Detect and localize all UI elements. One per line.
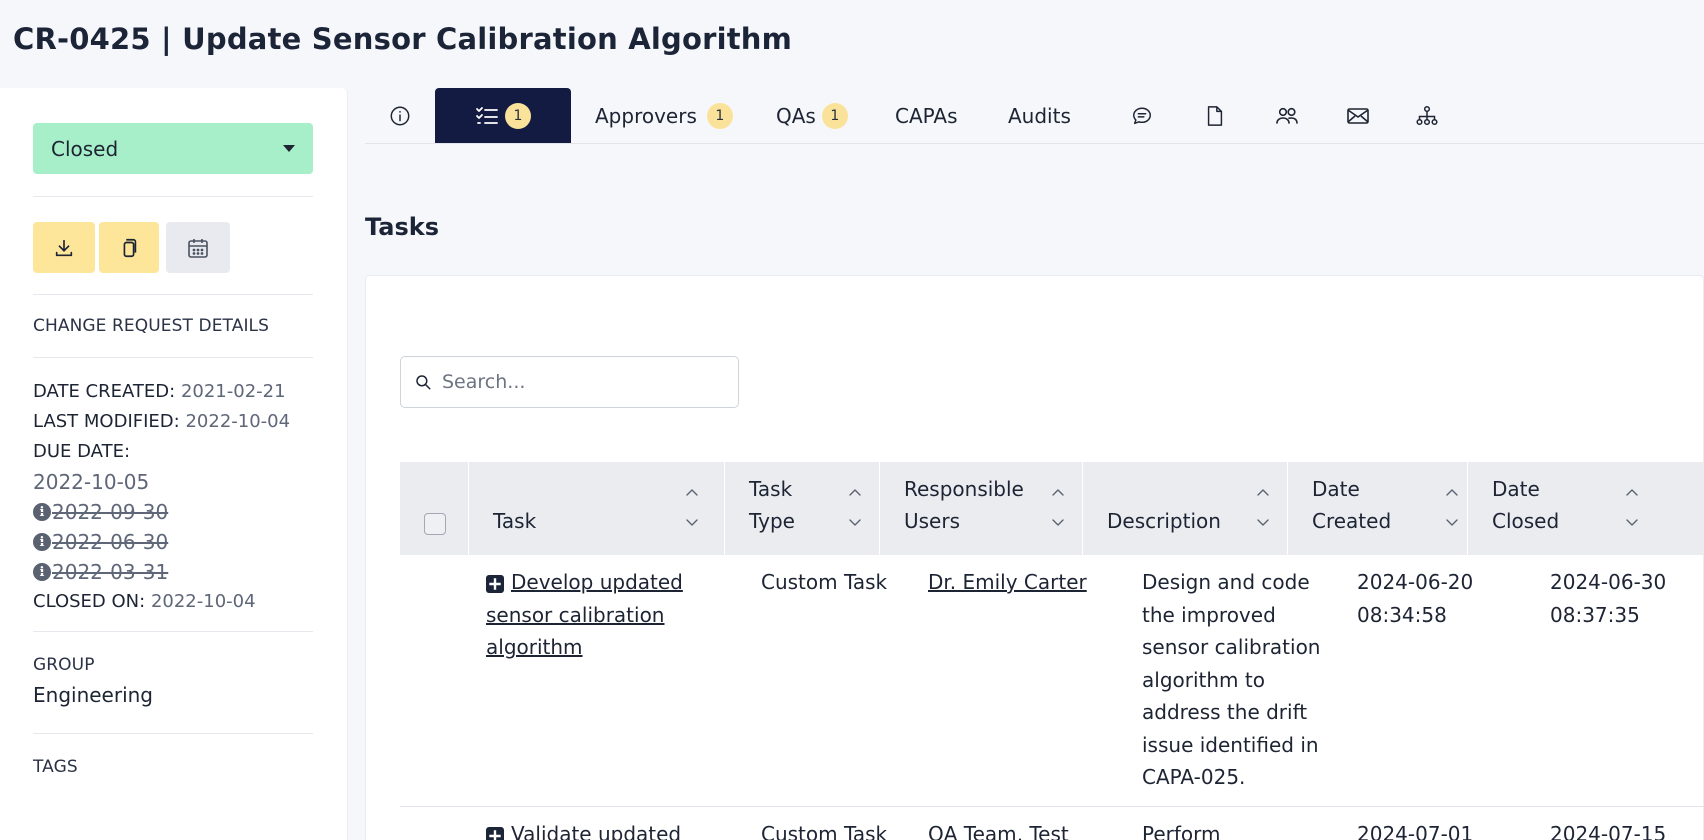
approvers-count-badge: 1 — [706, 102, 733, 129]
caret-down-icon — [283, 145, 295, 152]
previous-due-date: i 2022-06-30 — [33, 530, 168, 554]
tab-info[interactable] — [365, 88, 435, 143]
search-input[interactable] — [442, 371, 732, 393]
last-modified-label: LAST MODIFIED: — [33, 411, 180, 432]
previous-due-date: i 2022-03-31 — [33, 560, 168, 584]
due-date-label: DUE DATE: — [33, 441, 131, 462]
date-created-line: DATE CREATED: 2021-02-21 — [33, 381, 286, 402]
copy-icon — [123, 238, 137, 257]
download-icon — [55, 239, 73, 256]
qas-count-badge: 1 — [821, 102, 848, 129]
divider — [33, 733, 313, 734]
sort-icon — [849, 489, 861, 526]
document-icon — [1207, 105, 1223, 126]
last-modified-line: LAST MODIFIED: 2022-10-04 — [33, 411, 290, 432]
tab-audits[interactable]: Audits — [1008, 88, 1071, 143]
checklist-icon — [476, 106, 498, 124]
info-circle-icon — [390, 106, 410, 125]
users-icon — [1276, 107, 1298, 124]
responsible-user-link[interactable]: Dr. Emily Carter — [928, 566, 1087, 599]
divider — [33, 196, 313, 197]
download-button[interactable] — [33, 222, 95, 273]
info-icon[interactable]: i — [33, 503, 51, 521]
closed-on-value: 2022-10-04 — [150, 591, 256, 612]
tab-tasks[interactable]: 1 — [435, 88, 571, 143]
tasks-table-header: Task Task Type Responsible Users Descripti… — [400, 462, 1704, 555]
divider — [33, 357, 313, 358]
copy-button[interactable] — [99, 222, 159, 273]
last-modified-value: 2022-10-04 — [185, 411, 291, 432]
date-created-cell: 2024-06-20 08:34:58 — [1357, 570, 1474, 627]
tab-comments[interactable] — [1127, 88, 1157, 143]
task-search — [400, 356, 739, 408]
date-closed-cell: 2024-06-30 08:37:35 — [1550, 570, 1667, 627]
status-dropdown[interactable]: Closed — [33, 123, 313, 174]
envelope-icon — [1347, 107, 1369, 124]
tags-heading: TAGS — [33, 757, 78, 777]
calendar-button[interactable] — [166, 222, 230, 273]
date-created-label: DATE CREATED: — [33, 381, 176, 402]
tab-approvers-label: Approvers — [595, 103, 697, 128]
sort-icon — [1052, 489, 1064, 526]
calendar-icon — [188, 238, 208, 258]
task-link[interactable]: Develop updated sensor calibration algorit… — [486, 570, 683, 659]
description-cell: Perform — [1142, 822, 1221, 840]
tab-documents[interactable] — [1200, 88, 1230, 143]
column-header-task-type[interactable]: Task Type — [724, 462, 879, 555]
description-cell: Design and code the improved sensor calibr… — [1142, 570, 1321, 789]
tab-users[interactable] — [1270, 88, 1304, 143]
column-header-date-created[interactable]: Date Created — [1287, 462, 1467, 555]
sort-icon — [1446, 489, 1458, 526]
task-type-cell: Custom Task — [761, 822, 888, 840]
date-created-value: 2021-02-21 — [180, 381, 286, 402]
column-header-description[interactable]: Description — [1082, 462, 1287, 555]
sort-icon — [1257, 489, 1269, 526]
task-name-cell: Develop updated sensor calibration algorit… — [486, 566, 716, 664]
column-header-date-closed[interactable]: Date Closed — [1467, 462, 1704, 555]
tasks-count-badge: 1 — [505, 102, 531, 129]
responsible-user-link[interactable]: QA Team, Test — [928, 818, 1069, 840]
tab-qas-label: QAs — [776, 103, 816, 128]
status-dropdown-value: Closed — [51, 136, 119, 161]
sort-icon — [686, 489, 698, 526]
date-closed-cell: 2024-07-15 — [1550, 822, 1667, 840]
divider — [33, 294, 313, 295]
expand-plus-icon[interactable] — [486, 827, 504, 840]
divider — [33, 631, 313, 632]
tab-capas[interactable]: CAPAs — [895, 88, 958, 143]
sort-icon — [1626, 489, 1638, 526]
closed-on-line: CLOSED ON: 2022-10-04 — [33, 591, 256, 612]
info-icon[interactable]: i — [33, 563, 51, 581]
column-header-responsible-users[interactable]: Responsible Users — [879, 462, 1082, 555]
table-row: Validate updated Custom Task QA Team, Te… — [400, 807, 1704, 840]
date-created-cell: 2024-07-01 — [1357, 822, 1474, 840]
change-request-details-heading: CHANGE REQUEST DETAILS — [33, 316, 270, 336]
due-date-value: 2022-10-05 — [33, 470, 150, 494]
select-all-checkbox[interactable] — [424, 513, 446, 535]
expand-plus-icon[interactable] — [486, 575, 504, 593]
task-type-cell: Custom Task — [761, 570, 888, 594]
table-row: Develop updated sensor calibration algorit… — [400, 555, 1704, 807]
task-link[interactable]: Validate updated — [511, 822, 681, 840]
tab-hierarchy[interactable] — [1410, 88, 1444, 143]
hierarchy-icon — [1416, 105, 1438, 125]
group-value: Engineering — [33, 683, 153, 707]
info-icon[interactable]: i — [33, 533, 51, 551]
tab-email[interactable] — [1341, 88, 1375, 143]
tab-qas[interactable]: QAs 1 — [776, 88, 848, 143]
column-header-task[interactable]: Task — [468, 462, 724, 555]
search-icon — [416, 375, 431, 390]
page-title: CR-0425 | Update Sensor Calibration Algo… — [13, 22, 793, 56]
task-name-cell: Validate updated — [486, 818, 716, 840]
tab-bar: 1 Approvers 1 QAs 1 CAPAs Audits — [365, 88, 1704, 144]
details-sidebar: Closed CHANGE REQUEST DETAILS DATE CREAT… — [0, 88, 348, 840]
group-heading: GROUP — [33, 655, 95, 675]
previous-due-date: i 2022-09-30 — [33, 500, 168, 524]
comment-icon — [1133, 106, 1151, 124]
closed-on-label: CLOSED ON: — [33, 591, 146, 612]
tasks-section-title: Tasks — [365, 213, 440, 241]
tab-approvers[interactable]: Approvers 1 — [595, 88, 733, 143]
